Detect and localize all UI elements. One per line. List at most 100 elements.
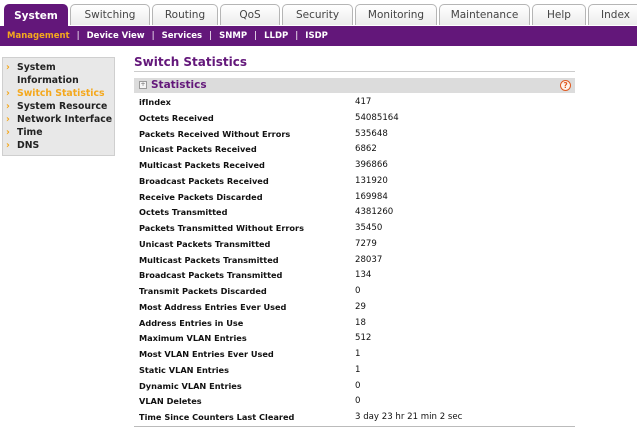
stat-name: Most VLAN Entries Ever Used [139,349,274,359]
subnav-item-lldp[interactable]: LLDP [257,31,295,41]
stat-value: 0 [355,380,361,391]
table-row: Time Since Counters Last Cleared 3 day 23… [134,410,575,426]
stat-name: Packets Transmitted Without Errors [139,223,304,233]
sidebar-item-label-line: System Resource [17,101,108,112]
table-row: Receive Packets Discarded 169984 [134,190,575,206]
table-row: Most Address Entries Ever Used 29 [134,300,575,316]
stat-name: Static VLAN Entries [139,364,229,375]
stat-name: Address Entries in Use [139,317,244,328]
stat-name: VLAN Deletes [139,396,202,407]
stat-name: ifIndex [139,97,171,107]
sidebar-item-label: Switch Statistics [17,87,105,100]
sidebar-item-system-resource[interactable]: › System Resource [3,100,114,113]
title-divider [134,71,575,72]
table-row: Octets Received 54085164 [134,111,575,127]
table-row: Most VLAN Entries Ever Used 1 [134,347,575,363]
sidebar-menu: › System Information › Switch Statistics › Sys… [2,57,115,156]
stat-value: 396866 [355,160,388,170]
table-row: Transmit Packets Discarded 0 [134,284,575,300]
subnav-item-snmp[interactable]: SNMP [212,31,254,41]
stat-name: Multicast Packets Transmitted [139,254,279,265]
stat-value: 1 [355,364,361,375]
sidebar-item-label-line: System [17,62,56,73]
tab-qos[interactable]: QoS [220,4,280,25]
stat-name: Unicast Packets Received [139,144,257,155]
bullet-icon: › [6,114,10,125]
sidebar-item-label-line: Information [17,75,79,86]
top-nav-bar: System Switching Routing QoS Security Monitor… [0,0,637,26]
sidebar-item-label: Time [17,126,43,139]
stat-value: 54085164 [355,112,399,123]
stat-value: 169984 [355,191,388,202]
stat-name: Dynamic VLAN Entries [139,380,242,391]
statistics-table: ifIndex 417 Octets Received 54085164 Packets… [134,95,575,426]
stat-name: Receive Packets Discarded [139,191,263,202]
expand-icon[interactable]: + [139,81,147,89]
stat-value: 417 [355,97,372,107]
tab-help[interactable]: Help [532,4,586,25]
top-tabs: System Switching Routing QoS Security Monitor… [4,4,637,26]
stat-value: 35450 [355,223,383,233]
subnav-item-services[interactable]: Services [155,31,209,41]
subnav-item-device-view[interactable]: Device View [80,31,152,41]
sidebar-item-network-interface[interactable]: › Network Interface [3,113,114,126]
table-row: Address Entries in Use 18 [134,316,575,332]
sidebar-item-label-line: Switch Statistics [17,88,105,99]
section-title: Statistics [151,79,207,91]
tab-routing[interactable]: Routing [152,4,218,25]
table-row: Packets Transmitted Without Errors 35450 [134,221,575,237]
sidebar-item-label-line: DNS [17,140,40,151]
stat-value: 6862 [355,144,377,155]
table-row: Packets Received Without Errors 535648 [134,127,575,143]
sidebar-item-label: System Resource [17,100,107,113]
tab-index[interactable]: Index [588,4,637,25]
tab-maintenance[interactable]: Maintenance [439,4,530,25]
sub-nav-bar: Management | Device View | Services | SNMP | LLD… [0,26,637,46]
table-row: VLAN Deletes 0 [134,394,575,410]
table-bottom-divider [134,426,575,427]
stat-name: Octets Received [139,112,214,123]
sidebar-item-label-line: Network Interface [17,114,113,125]
tab-monitoring[interactable]: Monitoring [355,4,437,25]
page-title: Switch Statistics [134,55,247,69]
tab-switching[interactable]: Switching [70,4,150,25]
stat-value: 131920 [355,175,388,186]
stat-value: 29 [355,301,366,312]
bullet-icon: › [6,88,10,99]
stat-value: 3 day 23 hr 21 min 2 sec [355,412,463,422]
stat-name: Transmit Packets Discarded [139,286,267,296]
stat-name: Octets Transmitted [139,207,228,218]
subnav-item-management[interactable]: Management [0,31,77,41]
help-icon[interactable]: ? [560,80,571,91]
stat-name: Packets Received Without Errors [139,128,291,139]
sidebar-item-time[interactable]: › Time [3,126,114,139]
table-row: Broadcast Packets Received 131920 [134,174,575,190]
table-row: Unicast Packets Received 6862 [134,142,575,158]
stat-value: 0 [355,286,361,296]
table-row: Octets Transmitted 4381260 [134,205,575,221]
table-row: Unicast Packets Transmitted 7279 [134,237,575,253]
stat-name: Broadcast Packets Transmitted [139,270,283,281]
sidebar-item-switch-statistics[interactable]: › Switch Statistics [3,87,114,100]
table-row: Dynamic VLAN Entries 0 [134,379,575,395]
tab-security[interactable]: Security [282,4,353,25]
stat-value: 4381260 [355,207,394,218]
stat-value: 134 [355,270,372,281]
subnav-item-isdp[interactable]: ISDP [298,31,335,41]
stat-name: Unicast Packets Transmitted [139,238,271,249]
statistics-section-header: + Statistics ? [134,78,575,93]
sidebar-item-dns[interactable]: › DNS [3,139,114,152]
sidebar-item-label-line: Time [17,127,43,138]
tab-system[interactable]: System [4,4,68,26]
stat-value: 18 [355,317,366,328]
stat-name: Maximum VLAN Entries [139,333,247,344]
stat-value: 28037 [355,254,383,265]
table-row: Broadcast Packets Transmitted 134 [134,268,575,284]
stat-name: Broadcast Packets Received [139,175,269,186]
stat-value: 1 [355,349,361,359]
stat-value: 535648 [355,128,388,139]
stat-name: Time Since Counters Last Cleared [139,412,295,422]
bullet-icon: › [6,62,10,73]
sidebar-item-system-information[interactable]: › System Information [3,61,114,87]
stat-value: 512 [355,333,372,344]
